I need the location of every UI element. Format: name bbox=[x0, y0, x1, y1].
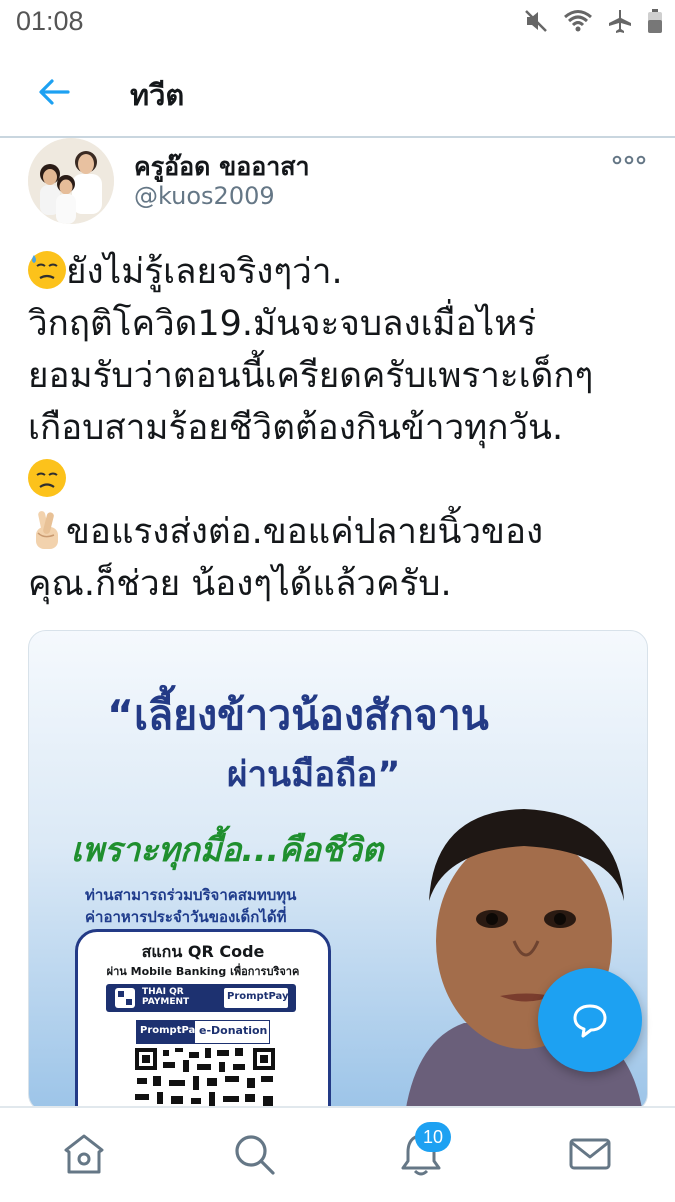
top-bar: ทวีต bbox=[0, 48, 675, 138]
speech-bubble-icon bbox=[573, 1004, 607, 1038]
battery-icon bbox=[648, 9, 662, 33]
qr-code-card: สแกน QR Code ผ่าน Mobile Banking เพื่อกา… bbox=[75, 929, 331, 1111]
avatar-photo bbox=[28, 138, 114, 224]
author-handle[interactable]: @kuos2009 bbox=[134, 182, 275, 210]
status-time: 01:08 bbox=[16, 6, 84, 36]
mute-icon bbox=[525, 10, 547, 32]
tweet-line: ขอแรงส่งต่อ.ขอแค่ปลายนิ้วของ bbox=[28, 506, 658, 558]
status-icons bbox=[523, 8, 663, 34]
tweet-line: คุณ.ก็ช่วย น้องๆได้แล้วครับ. bbox=[28, 564, 452, 604]
compose-button[interactable] bbox=[538, 968, 642, 1072]
wifi-icon bbox=[564, 10, 592, 32]
back-arrow-icon[interactable] bbox=[36, 74, 72, 110]
more-options-icon[interactable] bbox=[612, 150, 646, 170]
edonation-label: e-Donation bbox=[199, 1024, 268, 1037]
tweet-line-text: ยังไม่รู้เลยจริงๆว่า. bbox=[66, 252, 343, 292]
poster-title-line1: “เลี้ยงข้าวน้องสักจาน bbox=[107, 691, 489, 739]
avatar[interactable] bbox=[28, 138, 114, 224]
thai-qr-label: THAI QR PAYMENT bbox=[142, 987, 189, 1007]
disappointed-face-icon bbox=[28, 459, 66, 497]
notification-count-badge: 10 bbox=[415, 1122, 451, 1152]
airplane-mode-icon bbox=[609, 10, 631, 33]
downcast-sweat-face-icon bbox=[28, 251, 66, 289]
tweet-line: วิกฤติโควิด19.มันจะจบลงเมื่อไหร่ bbox=[28, 304, 537, 344]
poster-description-line1: ท่านสามารถร่วมบริจาคสมทบทุน bbox=[85, 886, 297, 904]
tweet-line: เกือบสามร้อยชีวิตต้องกินข้าวทุกวัน. bbox=[28, 408, 564, 448]
page-title: ทวีต bbox=[130, 78, 185, 112]
tweet-text: ยังไม่รู้เลยจริงๆว่า. วิกฤติโควิด19.มันจ… bbox=[28, 246, 658, 610]
poster-description-line2: ค่าอาหารประจำวันของเด็กได้ที่ bbox=[85, 908, 287, 926]
thai-qr-label-1: THAI QR bbox=[142, 987, 184, 997]
qr-code bbox=[133, 1046, 277, 1111]
search-icon[interactable] bbox=[230, 1130, 278, 1178]
bottom-navigation: 10 bbox=[0, 1106, 675, 1202]
tweet-line bbox=[28, 454, 658, 506]
edonation-badge: PromptPay e-Donation bbox=[136, 1020, 270, 1044]
promptpay-label: PromptPay bbox=[227, 991, 289, 1002]
tweet-line: ยอมรับว่าตอนนี้เครียดครับเพราะเด็กๆ bbox=[28, 356, 594, 396]
promptpay-logo: PromptPay bbox=[224, 988, 289, 1008]
author-name[interactable]: ครูอ๊อด ขออาสา bbox=[134, 147, 310, 187]
qr-subtitle: ผ่าน Mobile Banking เพื่อการบริจาค bbox=[106, 965, 300, 978]
home-icon[interactable] bbox=[60, 1130, 108, 1178]
tweet-line-text: ขอแรงส่งต่อ.ขอแค่ปลายนิ้วของ bbox=[66, 512, 544, 552]
poster-subtitle: เพราะทุกมื้อ...คือชีวิต bbox=[71, 830, 384, 869]
thai-qr-label-2: PAYMENT bbox=[142, 997, 190, 1007]
tweet-line: ยังไม่รู้เลยจริงๆว่า. bbox=[28, 246, 658, 298]
status-bar: 01:08 bbox=[0, 0, 675, 48]
thai-qr-payment-badge: THAI QR PAYMENT PromptPay bbox=[106, 984, 296, 1012]
crossed-fingers-icon bbox=[36, 511, 58, 549]
messages-icon[interactable] bbox=[566, 1130, 614, 1178]
thai-qr-logo-icon bbox=[115, 988, 135, 1008]
promptpay-label: PromptPay bbox=[140, 1025, 202, 1036]
